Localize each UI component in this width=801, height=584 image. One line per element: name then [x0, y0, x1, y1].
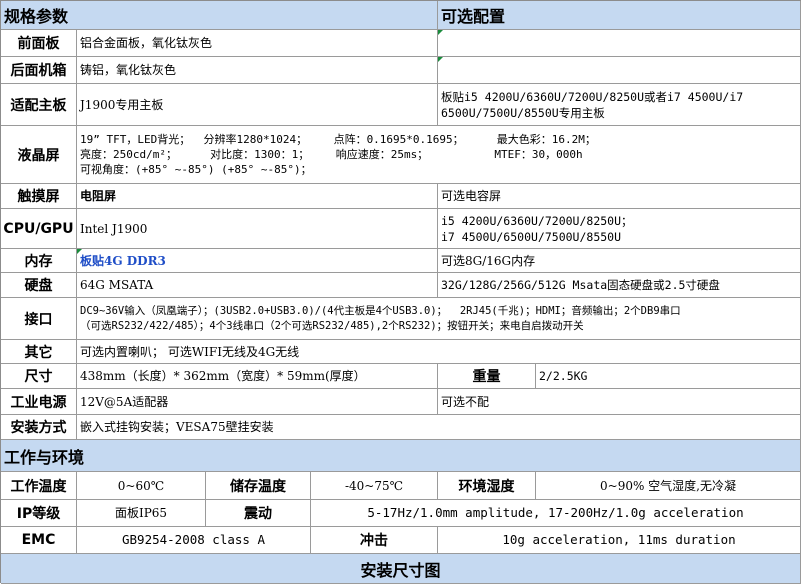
work-temp-label: 工作温度	[1, 472, 77, 500]
storage-temp-label: 储存温度	[206, 472, 311, 500]
touch-option: 可选电容屏	[438, 184, 801, 209]
memory-label: 内存	[1, 249, 77, 273]
mount-label: 安装方式	[1, 415, 77, 440]
spec-header-text: 规格参数	[4, 7, 69, 26]
spec-header: 规格参数	[1, 1, 438, 30]
humidity-value: 0~90% 空气湿度,无冷凝	[536, 472, 801, 500]
weight-label: 重量	[438, 364, 536, 389]
vibration-value: 5-17Hz/1.0mm amplitude, 17-200Hz/1.0g ac…	[311, 500, 801, 527]
rear-case-option	[438, 57, 801, 84]
mount-value: 嵌入式挂钩安装；VESA75壁挂安装	[77, 415, 801, 440]
power-label: 工业电源	[1, 389, 77, 415]
weight-value: 2/2.5KG	[536, 364, 801, 389]
env-header-text: 工作与环境	[4, 447, 85, 467]
work-temp-value: 0~60℃	[77, 472, 206, 500]
storage-temp-value: -40~75℃	[311, 472, 438, 500]
cpu-option: i5 4200U/6360U/7200U/8250U； i7 4500U/650…	[438, 209, 801, 249]
option-header: 可选配置	[438, 1, 801, 30]
rear-case-label: 后面机箱	[1, 57, 77, 84]
mainboard-option: 板贴i5 4200U/6360U/7200U/8250U或者i7 4500U/i…	[438, 84, 801, 126]
front-panel-value: 铝合金面板，氧化钛灰色	[77, 30, 438, 57]
mainboard-label: 适配主板	[1, 84, 77, 126]
option-header-text: 可选配置	[441, 7, 506, 26]
env-header: 工作与环境	[1, 440, 801, 472]
front-panel-option	[438, 30, 801, 57]
disk-label: 硬盘	[1, 273, 77, 298]
memory-option: 可选8G/16G内存	[438, 249, 801, 273]
ip-value: 面板IP65	[77, 500, 206, 527]
disk-option: 32G/128G/256G/512G Msata固态硬盘或2.5寸硬盘	[438, 273, 801, 298]
front-panel-label: 前面板	[1, 30, 77, 57]
cpu-value: Intel J1900	[77, 209, 438, 249]
mainboard-value: J1900专用主板	[77, 84, 438, 126]
emc-label: EMC	[1, 527, 77, 554]
footer-header: 安装尺寸图	[1, 554, 801, 584]
size-label: 尺寸	[1, 364, 77, 389]
lcd-label: 液晶屏	[1, 126, 77, 184]
power-option: 可选不配	[438, 389, 801, 415]
cpu-label: CPU/GPU	[1, 209, 77, 249]
other-label: 其它	[1, 340, 77, 364]
humidity-label: 环境湿度	[438, 472, 536, 500]
shock-value: 10g acceleration, 11ms duration	[438, 527, 801, 554]
ip-label: IP等级	[1, 500, 77, 527]
power-value: 12V@5A适配器	[77, 389, 438, 415]
touch-value: 电阻屏	[77, 184, 438, 209]
spec-sheet: 规格参数 可选配置 前面板 铝合金面板，氧化钛灰色 后面机箱 铸铝，氧化钛灰色 …	[0, 0, 801, 584]
disk-value: 64G MSATA	[77, 273, 438, 298]
shock-label: 冲击	[311, 527, 438, 554]
rear-case-value: 铸铝，氧化钛灰色	[77, 57, 438, 84]
footer-header-text: 安装尺寸图	[360, 560, 441, 580]
ports-value: DC9~36V输入（凤凰端子）；(3USB2.0+USB3.0)/(4代主板是4…	[77, 298, 801, 340]
ports-label: 接口	[1, 298, 77, 340]
touch-label: 触摸屏	[1, 184, 77, 209]
lcd-value: 19” TFT，LED背光； 分辨率1280*1024； 点阵：0.1695*0…	[77, 126, 801, 184]
size-value: 438mm（长度）* 362mm（宽度）* 59mm(厚度）	[77, 364, 438, 389]
other-value: 可选内置喇叭； 可选WIFI无线及4G无线	[77, 340, 801, 364]
vibration-label: 震动	[206, 500, 311, 527]
emc-value: GB9254-2008 class A	[77, 527, 311, 554]
memory-value: 板贴4G DDR3	[77, 249, 438, 273]
